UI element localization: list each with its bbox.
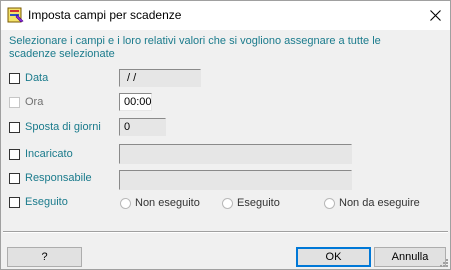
title-bar[interactable]: Imposta campi per scadenze <box>1 1 450 30</box>
sposta-label: Sposta di giorni <box>25 121 101 133</box>
instructions-text: Selezionare i campi e i loro relativi va… <box>9 35 381 60</box>
radio-eseguito-label: Eseguito <box>237 197 280 209</box>
close-icon <box>429 10 441 21</box>
app-icon <box>7 7 24 23</box>
radio-non-eseguito-label: Non eseguito <box>135 197 200 209</box>
cancel-button[interactable]: Annulla <box>374 247 446 267</box>
dialog-window: Imposta campi per scadenze Selezionare i… <box>0 0 451 270</box>
sposta-checkbox[interactable] <box>9 122 20 133</box>
eseguito-checkbox[interactable] <box>9 197 20 208</box>
ok-button[interactable]: OK <box>296 247 371 267</box>
incaricato-label: Incaricato <box>25 148 73 160</box>
data-label: Data <box>25 72 49 84</box>
resize-grip-icon[interactable] <box>438 257 448 267</box>
close-button[interactable] <box>420 1 450 30</box>
responsabile-checkbox[interactable] <box>9 173 20 184</box>
responsabile-label: Responsabile <box>25 172 92 184</box>
window-title: Imposta campi per scadenze <box>28 8 182 22</box>
responsabile-field[interactable] <box>119 170 352 190</box>
ora-label: Ora <box>25 96 44 108</box>
sposta-field[interactable]: 0 <box>119 118 166 136</box>
radio-non-da-eseguire[interactable] <box>324 198 335 209</box>
incaricato-checkbox[interactable] <box>9 149 20 160</box>
radio-eseguito[interactable] <box>222 198 233 209</box>
radio-non-eseguito[interactable] <box>120 198 131 209</box>
ora-checkbox[interactable] <box>9 97 20 108</box>
radio-non-da-eseguire-label: Non da eseguire <box>339 197 420 209</box>
ora-field[interactable]: 00:00 <box>119 93 152 111</box>
eseguito-label: Eseguito <box>25 196 68 208</box>
data-field[interactable]: / / <box>119 69 201 87</box>
data-checkbox[interactable] <box>9 73 20 84</box>
help-button[interactable]: ? <box>7 247 82 267</box>
separator <box>3 231 448 233</box>
incaricato-field[interactable] <box>119 144 352 164</box>
